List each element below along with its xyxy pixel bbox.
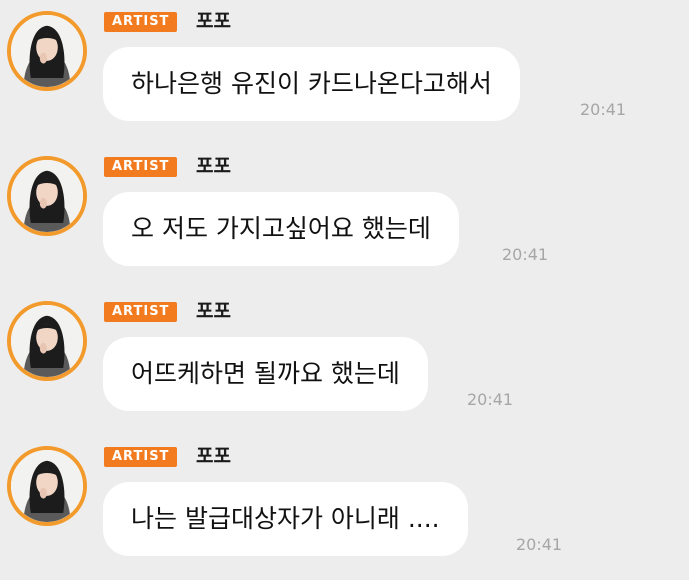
profile-photo-icon — [11, 305, 83, 377]
artist-badge: ARTIST — [104, 447, 178, 467]
profile-photo-icon — [11, 450, 83, 522]
sender-name[interactable]: 포포 — [196, 444, 231, 468]
message-time: 20:41 — [516, 535, 563, 554]
chat-message: ARTIST 포포 어뜨케하면 될까요 했는데 20:41 — [0, 290, 689, 435]
artist-badge: ARTIST — [104, 157, 178, 177]
artist-badge: ARTIST — [104, 12, 178, 32]
message-bubble[interactable]: 하나은행 유진이 카드나온다고해서 — [103, 47, 520, 121]
message-bubble[interactable]: 어뜨케하면 될까요 했는데 — [103, 337, 428, 411]
chat-message: ARTIST 포포 하나은행 유진이 카드나온다고해서 20:41 — [0, 0, 689, 145]
sender-name[interactable]: 포포 — [196, 9, 231, 33]
artist-badge: ARTIST — [104, 302, 178, 322]
avatar[interactable] — [7, 301, 87, 381]
sender-name[interactable]: 포포 — [196, 154, 231, 178]
avatar[interactable] — [7, 11, 87, 91]
message-time: 20:41 — [467, 390, 514, 409]
chat-message: ARTIST 포포 나는 발급대상자가 아니래 .... 20:41 — [0, 435, 689, 580]
message-time: 20:41 — [580, 100, 627, 119]
profile-photo-icon — [11, 15, 83, 87]
profile-photo-icon — [11, 160, 83, 232]
message-bubble[interactable]: 나는 발급대상자가 아니래 .... — [103, 482, 468, 556]
chat-message: ARTIST 포포 오 저도 가지고싶어요 했는데 20:41 — [0, 145, 689, 290]
sender-name[interactable]: 포포 — [196, 299, 231, 323]
avatar[interactable] — [7, 446, 87, 526]
avatar[interactable] — [7, 156, 87, 236]
message-time: 20:41 — [502, 245, 549, 264]
message-bubble[interactable]: 오 저도 가지고싶어요 했는데 — [103, 192, 459, 266]
